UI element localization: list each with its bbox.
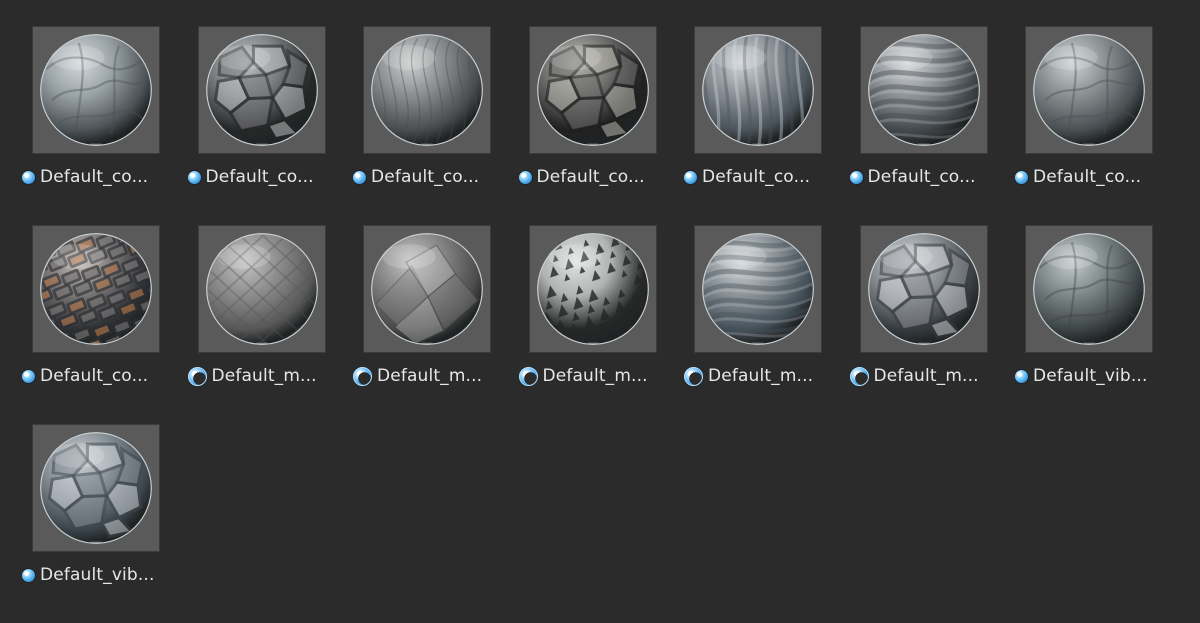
- material-icon: [519, 171, 532, 184]
- material-thumbnail[interactable]: [32, 26, 160, 154]
- asset-name: Default_vib...: [1033, 366, 1148, 386]
- asset-tile[interactable]: Default_m...: [353, 225, 518, 424]
- asset-name: Default_m...: [377, 366, 482, 386]
- material-preview-sphere: [1028, 29, 1150, 151]
- material-icon: [188, 171, 201, 184]
- material-icon: [353, 367, 372, 386]
- asset-name: Default_co...: [371, 167, 479, 187]
- material-preview-sphere: [863, 29, 985, 151]
- asset-tile[interactable]: Default_co...: [353, 26, 518, 225]
- asset-label[interactable]: Default_co...: [519, 165, 679, 189]
- material-icon: [684, 171, 697, 184]
- material-preview-sphere: [1028, 228, 1150, 350]
- asset-label[interactable]: Default_m...: [353, 364, 513, 388]
- material-thumbnail[interactable]: [32, 424, 160, 552]
- material-icon: [1015, 370, 1028, 383]
- asset-tile[interactable]: Default_m...: [684, 225, 849, 424]
- material-preview-sphere: [35, 29, 157, 151]
- material-asset-grid: Default_co... Default_co... Default_co..…: [22, 26, 1182, 606]
- material-thumbnail[interactable]: [860, 26, 988, 154]
- asset-label[interactable]: Default_vib...: [1015, 364, 1175, 388]
- asset-name: Default_m...: [708, 366, 813, 386]
- material-icon: [850, 367, 869, 386]
- material-icon: [22, 569, 35, 582]
- material-icon: [850, 171, 863, 184]
- material-preview-sphere: [366, 29, 488, 151]
- asset-name: Default_m...: [874, 366, 979, 386]
- material-icon: [188, 367, 207, 386]
- material-thumbnail[interactable]: [363, 26, 491, 154]
- asset-tile[interactable]: Default_vib...: [1015, 225, 1180, 424]
- asset-name: Default_co...: [868, 167, 976, 187]
- material-thumbnail[interactable]: [529, 225, 657, 353]
- asset-tile[interactable]: Default_co...: [22, 26, 187, 225]
- material-thumbnail[interactable]: [198, 26, 326, 154]
- asset-tile[interactable]: Default_co...: [188, 26, 353, 225]
- material-thumbnail[interactable]: [529, 26, 657, 154]
- material-preview-sphere: [532, 29, 654, 151]
- material-icon: [684, 367, 703, 386]
- asset-tile[interactable]: Default_m...: [519, 225, 684, 424]
- asset-label[interactable]: Default_m...: [684, 364, 844, 388]
- material-icon: [519, 367, 538, 386]
- asset-name: Default_co...: [1033, 167, 1141, 187]
- asset-tile[interactable]: Default_co...: [850, 26, 1015, 225]
- asset-label[interactable]: Default_co...: [22, 364, 182, 388]
- asset-name: Default_m...: [543, 366, 648, 386]
- material-icon: [353, 171, 366, 184]
- material-icon: [1015, 171, 1028, 184]
- material-thumbnail[interactable]: [860, 225, 988, 353]
- material-preview-sphere: [697, 29, 819, 151]
- asset-name: Default_co...: [206, 167, 314, 187]
- asset-label[interactable]: Default_m...: [188, 364, 348, 388]
- asset-label[interactable]: Default_co...: [188, 165, 348, 189]
- material-preview-sphere: [35, 427, 157, 549]
- material-thumbnail[interactable]: [694, 225, 822, 353]
- asset-tile[interactable]: Default_co...: [1015, 26, 1180, 225]
- asset-name: Default_co...: [40, 366, 148, 386]
- asset-label[interactable]: Default_co...: [22, 165, 182, 189]
- material-preview-sphere: [201, 228, 323, 350]
- material-preview-sphere: [532, 228, 654, 350]
- asset-tile[interactable]: Default_m...: [188, 225, 353, 424]
- asset-name: Default_co...: [537, 167, 645, 187]
- material-icon: [22, 171, 35, 184]
- asset-label[interactable]: Default_m...: [519, 364, 679, 388]
- asset-tile[interactable]: Default_m...: [850, 225, 1015, 424]
- material-preview-sphere: [697, 228, 819, 350]
- asset-label[interactable]: Default_co...: [1015, 165, 1175, 189]
- material-preview-sphere: [201, 29, 323, 151]
- asset-name: Default_vib...: [40, 565, 155, 585]
- material-thumbnail[interactable]: [1025, 225, 1153, 353]
- asset-label[interactable]: Default_co...: [850, 165, 1010, 189]
- material-preview-sphere: [366, 228, 488, 350]
- asset-tile[interactable]: Default_co...: [22, 225, 187, 424]
- asset-label[interactable]: Default_vib...: [22, 563, 182, 587]
- material-icon: [22, 370, 35, 383]
- material-thumbnail[interactable]: [198, 225, 326, 353]
- asset-name: Default_co...: [702, 167, 810, 187]
- asset-tile[interactable]: Default_co...: [684, 26, 849, 225]
- asset-tile[interactable]: Default_vib...: [22, 424, 187, 623]
- asset-label[interactable]: Default_co...: [684, 165, 844, 189]
- material-thumbnail[interactable]: [694, 26, 822, 154]
- asset-label[interactable]: Default_co...: [353, 165, 513, 189]
- material-thumbnail[interactable]: [1025, 26, 1153, 154]
- asset-label[interactable]: Default_m...: [850, 364, 1010, 388]
- material-thumbnail[interactable]: [363, 225, 491, 353]
- material-preview-sphere: [863, 228, 985, 350]
- asset-name: Default_co...: [40, 167, 148, 187]
- material-preview-sphere: [35, 228, 157, 350]
- asset-tile[interactable]: Default_co...: [519, 26, 684, 225]
- material-thumbnail[interactable]: [32, 225, 160, 353]
- asset-name: Default_m...: [212, 366, 317, 386]
